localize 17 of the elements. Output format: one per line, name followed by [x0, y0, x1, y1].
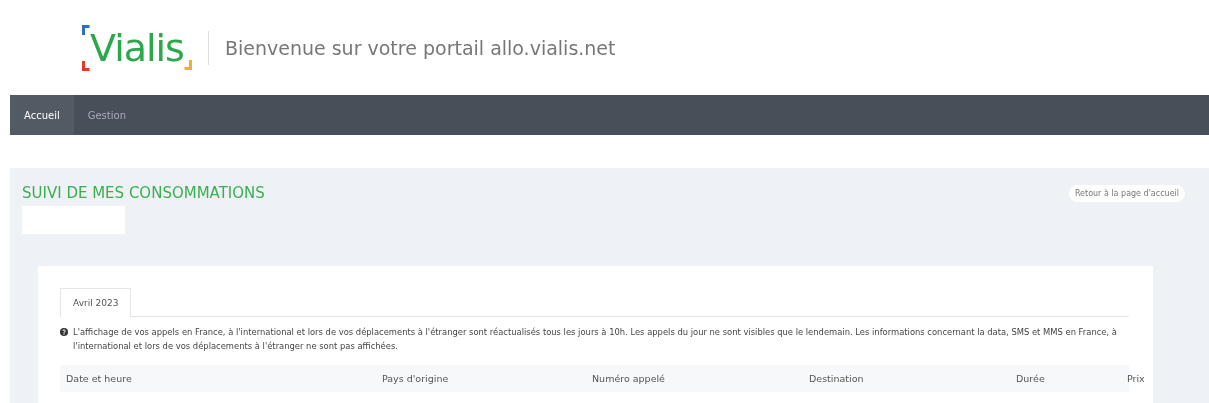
- column-header: Prix: [1127, 373, 1145, 384]
- column-header: Date et heure: [66, 373, 133, 384]
- page-title: SUIVI DE MES CONSOMMATIONS: [22, 184, 265, 202]
- bracket-icon: [183, 59, 192, 70]
- help-icon: [60, 328, 68, 336]
- column-header: Numéro appelé: [592, 373, 666, 384]
- back-button[interactable]: Retour à la page d'accueil: [1068, 184, 1185, 202]
- nav-item[interactable]: Gestion: [73, 95, 140, 135]
- column-header: Pays d'origine: [382, 373, 450, 384]
- column-header: Destination: [809, 373, 865, 384]
- month-tab[interactable]: Avril 2023: [60, 288, 132, 317]
- logo: Vialis: [90, 25, 184, 70]
- header-title: Bienvenue sur votre portail allo.vialis.net: [224, 36, 616, 59]
- column-header: Durée: [1016, 373, 1046, 384]
- nav-item[interactable]: Accueil: [10, 95, 74, 135]
- bracket-icon: [82, 24, 90, 71]
- info-text: L'affichage de vos appels en France, à l'international et lors de vos déplacements à l'étranger sont réactualisés tous les jours à 10h. Les appels du jour ne sont visibles que le lendemain. Les informations concernant la data, SMS et MMS en France, à l'international et lors de vos déplacements à l'étranger ne sont pas affichées.: [73, 326, 1118, 353]
